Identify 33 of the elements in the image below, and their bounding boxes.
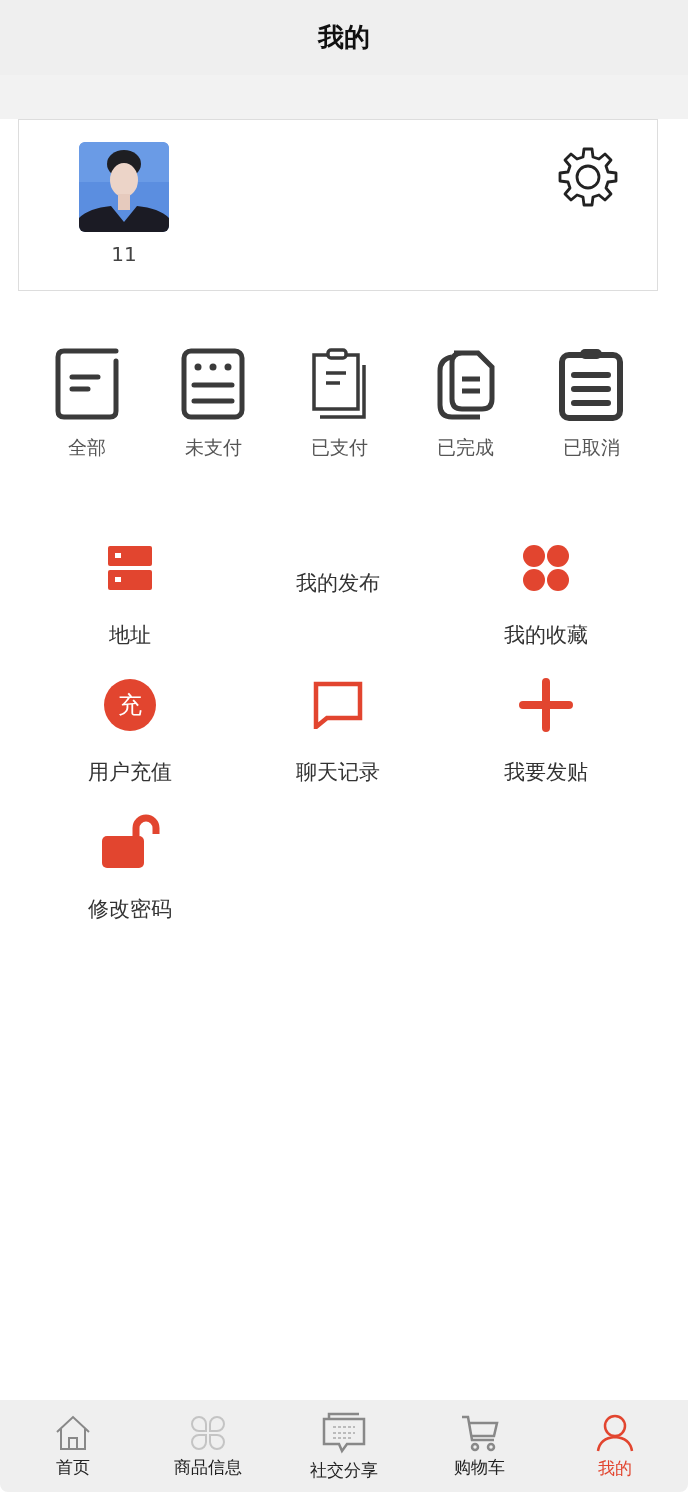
order-status-label[interactable]: 全部	[68, 435, 106, 461]
order-status-label[interactable]: 已完成	[436, 435, 494, 461]
four-dots-icon	[522, 544, 570, 592]
order-status-label[interactable]: 已支付	[310, 435, 368, 461]
menu-item-label[interactable]: 我的收藏	[504, 621, 588, 649]
clipboard-icon	[558, 347, 624, 421]
user-name: 11	[111, 242, 137, 266]
tab-item[interactable]: 购物车	[411, 1400, 548, 1492]
tab-item[interactable]: 社交分享	[276, 1400, 412, 1492]
tab-item[interactable]: 我的	[547, 1400, 683, 1492]
drawer-icon	[107, 545, 153, 591]
menu-item-label[interactable]: 地址	[109, 621, 151, 649]
clover-icon	[189, 1413, 228, 1452]
unlocked-icon	[100, 814, 160, 870]
person-icon	[595, 1412, 636, 1453]
plus-icon	[519, 678, 573, 732]
document-icon	[54, 347, 120, 421]
cart-icon	[459, 1413, 500, 1452]
menu-item-label[interactable]: 我的发布	[296, 569, 380, 597]
tab-item[interactable]: 首页	[5, 1400, 141, 1492]
menu-item-label[interactable]: 我要发贴	[504, 758, 588, 786]
page-title: 我的	[318, 21, 370, 54]
messages-icon	[321, 1410, 367, 1455]
order-status-label[interactable]: 未支付	[184, 435, 242, 461]
order-status-label[interactable]: 已取消	[562, 435, 620, 461]
tab-item[interactable]: 商品信息	[140, 1400, 277, 1492]
form-icon	[180, 347, 246, 421]
chat-icon	[313, 681, 363, 729]
menu-item-label[interactable]: 用户充值	[88, 758, 172, 786]
recharge-icon: 充	[104, 679, 156, 731]
menu-item-label[interactable]: 修改密码	[88, 895, 172, 923]
menu-item-label[interactable]: 聊天记录	[296, 758, 380, 786]
settings-icon[interactable]	[557, 146, 619, 208]
